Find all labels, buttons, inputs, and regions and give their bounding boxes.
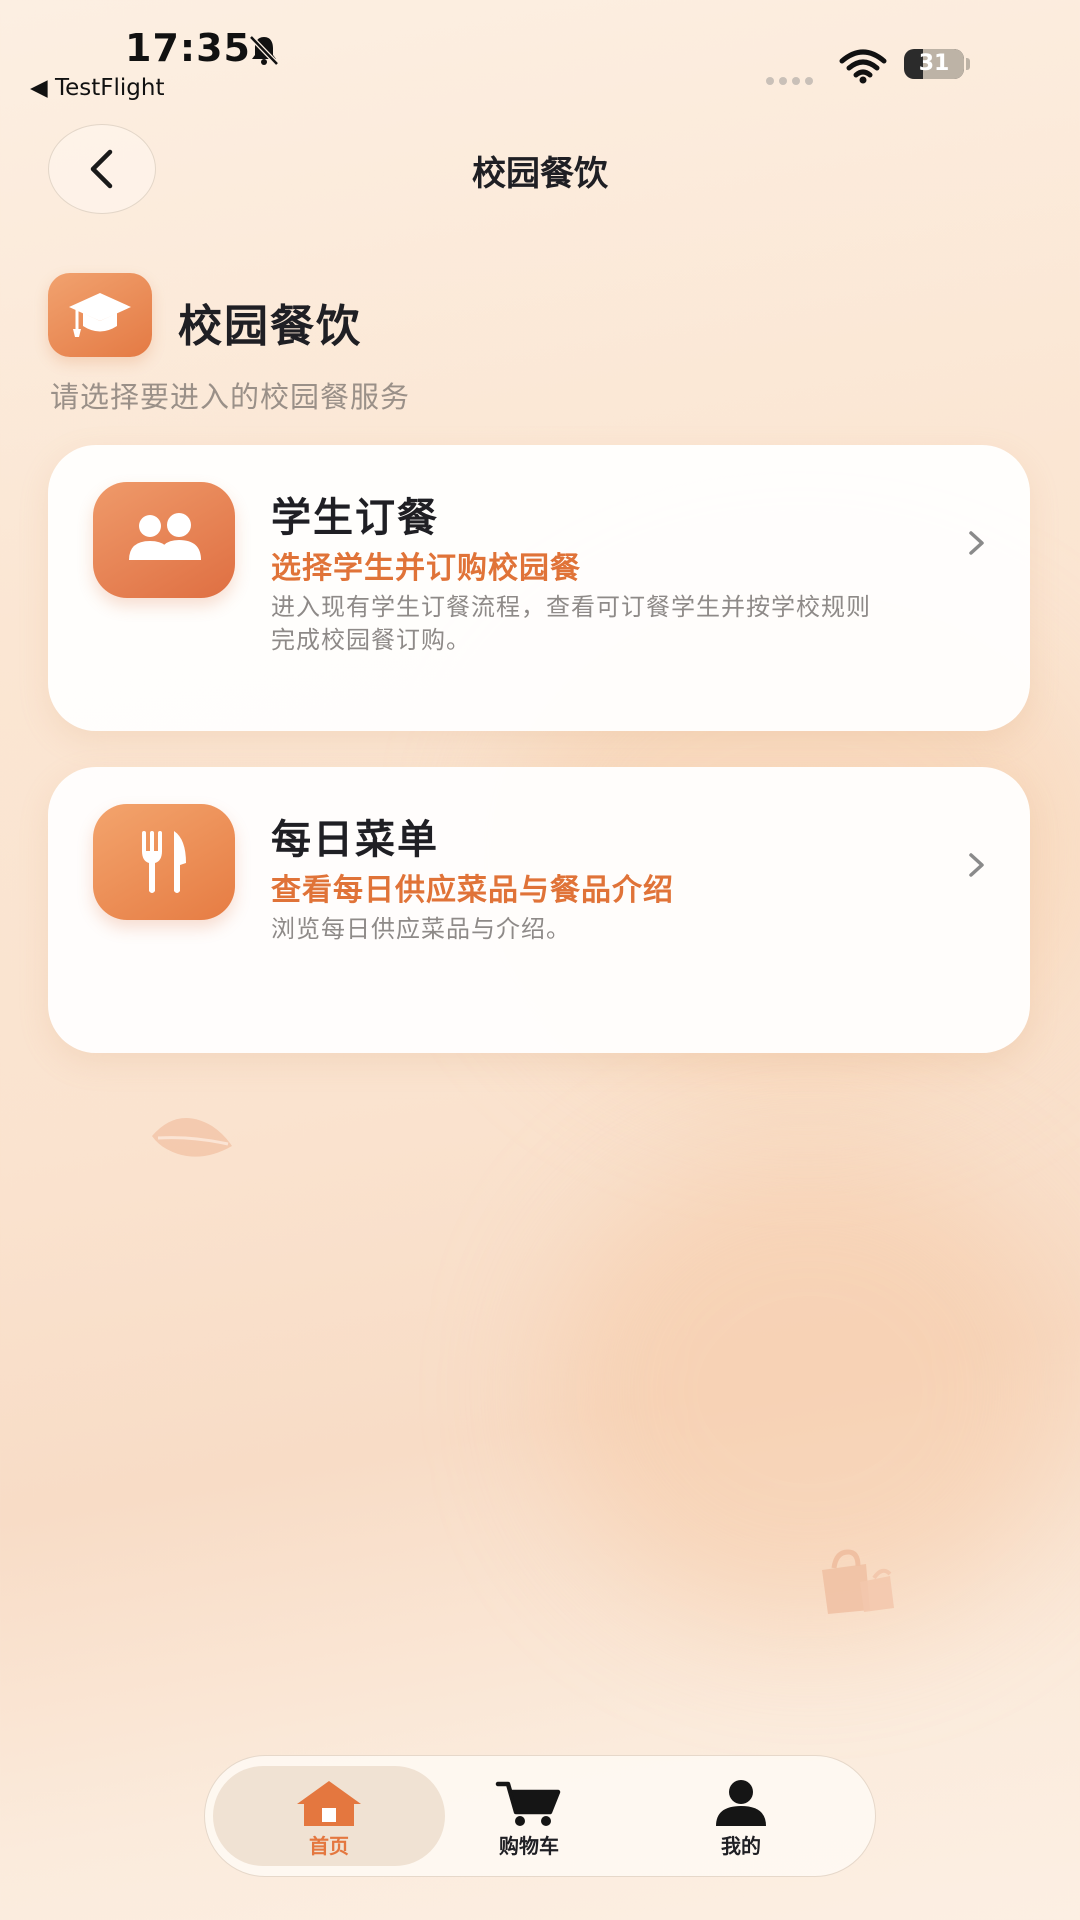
nav-title: 校园餐饮 xyxy=(472,154,608,194)
wifi-icon xyxy=(839,49,887,84)
back-to-testflight-link[interactable]: ◀ TestFlight xyxy=(30,75,165,101)
tab-label: 首页 xyxy=(309,1834,349,1858)
chevron-right-icon xyxy=(969,853,984,877)
card-title: 每日菜单 xyxy=(271,817,439,863)
background-glow xyxy=(550,1150,1070,1630)
bell-muted-icon xyxy=(249,35,279,66)
battery-percent: 31 xyxy=(918,51,950,76)
chevron-right-icon xyxy=(969,531,984,555)
signal-dots-icon xyxy=(766,70,818,89)
tab-home[interactable]: 首页 xyxy=(213,1766,445,1866)
page-subtitle: 请选择要进入的校园餐服务 xyxy=(50,380,411,414)
bottom-tab-bar: 首页 购物车 我的 xyxy=(204,1755,876,1877)
students-icon xyxy=(93,482,235,598)
student-ordering-card[interactable]: 学生订餐 选择学生并订购校园餐 进入现有学生订餐流程，查看可订餐学生并按学校规则… xyxy=(48,445,1030,731)
fork-knife-icon xyxy=(93,804,235,920)
card-subtitle: 选择学生并订购校园餐 xyxy=(271,551,581,586)
card-description: 浏览每日供应菜品与介绍。 xyxy=(271,915,571,943)
profile-icon xyxy=(716,1780,766,1826)
graduation-cap-icon xyxy=(48,273,152,357)
status-time: 17:35 xyxy=(125,26,251,70)
card-description: 进入现有学生订餐流程，查看可订餐学生并按学校规则完成校园餐订购。 xyxy=(271,593,871,654)
daily-menu-card[interactable]: 每日菜单 查看每日供应菜品与餐品介绍 浏览每日供应菜品与介绍。 xyxy=(48,767,1030,1053)
cart-icon xyxy=(495,1781,561,1826)
card-title: 学生订餐 xyxy=(271,495,439,541)
tab-label: 我的 xyxy=(721,1834,761,1858)
tab-label: 购物车 xyxy=(499,1834,559,1858)
leaf-icon xyxy=(152,1118,232,1157)
tab-cart[interactable]: 购物车 xyxy=(413,1766,645,1866)
shopping-bag-icon xyxy=(822,1549,894,1614)
card-subtitle: 查看每日供应菜品与餐品介绍 xyxy=(271,873,674,908)
battery-icon: 31 xyxy=(904,49,964,79)
page-title: 校园餐饮 xyxy=(178,301,362,352)
home-icon xyxy=(297,1781,361,1826)
battery-tip xyxy=(966,58,970,70)
tab-profile[interactable]: 我的 xyxy=(625,1766,857,1866)
